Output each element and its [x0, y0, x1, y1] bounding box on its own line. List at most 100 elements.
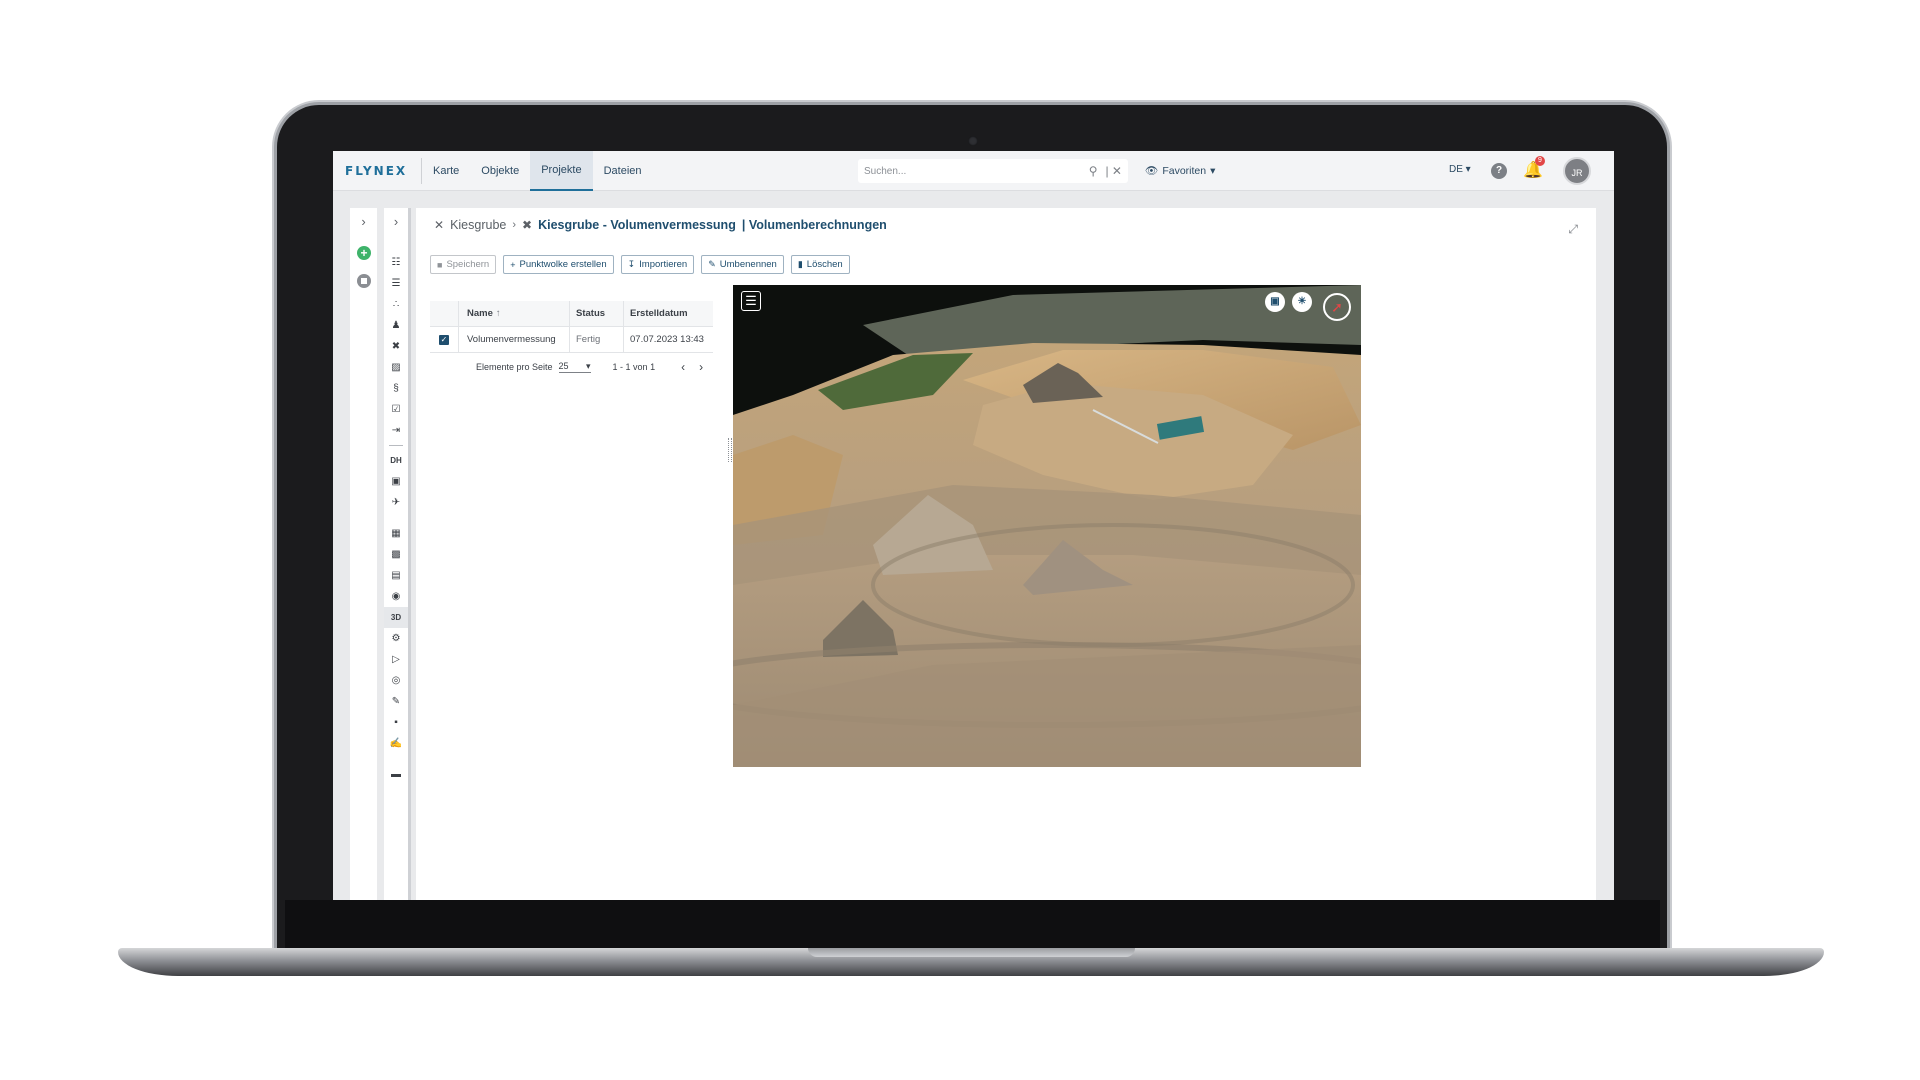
flow-icon[interactable]: ∴: [384, 294, 408, 315]
create-pointcloud-button[interactable]: + Punktwolke erstellen: [503, 255, 614, 274]
tools-icon: ✕: [434, 218, 445, 232]
rail-spacer: [384, 513, 408, 523]
column-header-name[interactable]: Name ↑: [458, 301, 569, 326]
per-page-select[interactable]: 25 ▾: [558, 361, 591, 373]
caret-down-icon: ▾: [586, 361, 591, 371]
cell-name: Volumenvermessung: [458, 327, 569, 352]
language-selector[interactable]: DE ▾: [1449, 164, 1471, 175]
drone-icon[interactable]: ✖: [384, 336, 408, 357]
app-logo[interactable]: FLYNEX: [333, 164, 421, 178]
import-icon: ↧: [627, 259, 636, 269]
top-navigation-bar: FLYNEX Karte Objekte Projekte Dateien Su…: [333, 151, 1614, 191]
screen: FLYNEX Karte Objekte Projekte Dateien Su…: [333, 151, 1614, 900]
menu-icon[interactable]: ☰: [741, 291, 761, 311]
edit-icon[interactable]: ✎: [384, 691, 408, 712]
breadcrumb-current: Kiesgrube - Volumenvermessung: [538, 218, 736, 232]
help-icon[interactable]: ?: [1491, 163, 1507, 179]
calculations-table: Name ↑ Status Erstelldatum ✓ Volumenverme…: [430, 301, 713, 391]
stop-icon[interactable]: [357, 274, 371, 288]
nav-projekte[interactable]: Projekte: [530, 151, 593, 191]
search-icon[interactable]: ⚲: [1089, 164, 1098, 178]
drone-icon: ✖: [522, 218, 533, 232]
chat-icon[interactable]: ▬: [384, 764, 408, 785]
layers-icon[interactable]: ▣: [1265, 292, 1285, 312]
action-toolbar: ■ Speichern + Punktwolke erstellen ↧ Import…: [430, 255, 850, 274]
hierarchy-icon[interactable]: ☷: [384, 252, 408, 273]
search-input[interactable]: Suchen...: [864, 166, 1081, 177]
caret-down-icon: ▾: [1210, 164, 1216, 177]
rail-item-dh[interactable]: DH: [384, 450, 408, 471]
image-icon[interactable]: ▩: [384, 544, 408, 565]
tools-rail-list: ☷ ☰ ∴ ♟ ✖ ▨ § ☑ ⇥ DH ▣ ✈ ▦ ▩ ▤ ◉ 3D ⚙ ▷ ◎ ✎ ▪ ✍ ▬: [384, 252, 408, 785]
draw-icon[interactable]: ▪: [384, 712, 408, 733]
table-header: Name ↑ Status Erstelldatum: [430, 301, 713, 327]
breadcrumb-subpage: | Volumenberechnungen: [741, 218, 887, 232]
page-range: 1 - 1 von 1: [612, 362, 656, 372]
eye-icon: 👁: [1145, 165, 1159, 177]
tools-rail: › ☷ ☰ ∴ ♟ ✖ ▨ § ☑ ⇥ DH ▣ ✈ ▦ ▩ ▤ ◉ 3D ⚙ ▷ ◎ ✎ ▪ ✍ ▬: [384, 208, 411, 900]
primary-rail: › +: [350, 208, 377, 900]
grid-icon[interactable]: ▤: [384, 565, 408, 586]
list-icon[interactable]: ☰: [384, 273, 408, 294]
main-panel: ✕ Kiesgrube › ✖ Kiesgrube - Volumenverme…: [416, 208, 1596, 900]
panel-resize-handle[interactable]: [728, 438, 732, 462]
calendar-icon[interactable]: ▦: [384, 523, 408, 544]
clear-icon[interactable]: | ✕: [1105, 164, 1122, 178]
expand-chevron-icon[interactable]: ›: [384, 214, 408, 229]
breadcrumb: ✕ Kiesgrube › ✖ Kiesgrube - Volumenverme…: [434, 218, 887, 232]
expand-chevron-icon[interactable]: ›: [350, 214, 377, 229]
path-icon[interactable]: ▷: [384, 649, 408, 670]
cell-date: 07.07.2023 13:43: [623, 327, 713, 352]
prev-page-icon[interactable]: ‹: [681, 360, 685, 374]
users-icon[interactable]: ♟: [384, 315, 408, 336]
nav-dateien[interactable]: Dateien: [593, 151, 653, 191]
chevron-right-icon: ›: [512, 219, 517, 231]
plus-icon: +: [510, 259, 516, 270]
breadcrumb-root[interactable]: Kiesgrube: [450, 218, 506, 232]
pin-icon[interactable]: ◎: [384, 670, 408, 691]
rail-spacer: [384, 754, 408, 764]
paragraph-icon[interactable]: §: [384, 378, 408, 399]
import-button[interactable]: ↧ Importieren: [620, 255, 695, 274]
save-button[interactable]: ■ Speichern: [430, 255, 497, 274]
favorites-label: Favoriten: [1162, 164, 1207, 177]
rename-button[interactable]: ✎ Umbenennen: [701, 255, 784, 274]
map-icon[interactable]: ▨: [384, 357, 408, 378]
laptop-notch: [808, 948, 1135, 957]
photo-icon[interactable]: ◉: [384, 586, 408, 607]
rail-divider: [384, 441, 408, 450]
notification-badge: 9: [1535, 156, 1545, 166]
trash-icon: ▮: [797, 259, 803, 269]
settings-icon[interactable]: ⚙: [384, 628, 408, 649]
light-icon[interactable]: ☀: [1292, 292, 1312, 312]
next-page-icon[interactable]: ›: [699, 360, 703, 374]
floppy-icon: ■: [437, 259, 443, 270]
laptop-chin: [285, 900, 1660, 948]
add-icon[interactable]: +: [357, 246, 371, 260]
nav-karte[interactable]: Karte: [422, 151, 470, 191]
user-avatar[interactable]: JR: [1563, 157, 1591, 185]
sign-icon[interactable]: ✍: [384, 733, 408, 754]
row-checkbox[interactable]: ✓: [439, 334, 449, 345]
cell-status: Fertig: [569, 327, 623, 352]
fullscreen-icon[interactable]: ⤢: [1568, 222, 1578, 237]
nav-objekte[interactable]: Objekte: [470, 151, 530, 191]
airplane-icon[interactable]: ✈: [384, 492, 408, 513]
search-field[interactable]: Suchen... ⚲ | ✕: [858, 159, 1128, 183]
camera-icon[interactable]: ▣: [384, 471, 408, 492]
pointcloud-scene: [733, 285, 1361, 767]
compass-icon[interactable]: ➚: [1323, 293, 1351, 321]
column-header-status[interactable]: Status: [569, 301, 623, 326]
pencil-icon: ✎: [708, 259, 716, 269]
webcam: [968, 136, 978, 146]
paginator: Elemente pro Seite 25 ▾ 1 - 1 von 1 ‹ ›: [476, 360, 703, 374]
pointcloud-viewer[interactable]: ☰ ▣ ☀ ➚: [733, 285, 1361, 767]
per-page-label: Elemente pro Seite: [476, 362, 553, 372]
table-row[interactable]: ✓ Volumenvermessung Fertig 07.07.2023 13…: [430, 327, 713, 353]
checklist-icon[interactable]: ☑: [384, 399, 408, 420]
column-header-date[interactable]: Erstelldatum: [623, 301, 713, 326]
delete-button[interactable]: ▮ Löschen: [790, 255, 850, 274]
favorites-dropdown[interactable]: 👁 Favoriten ▾: [1145, 164, 1216, 178]
export-icon[interactable]: ⇥: [384, 420, 408, 441]
rail-item-3d[interactable]: 3D: [384, 607, 408, 628]
